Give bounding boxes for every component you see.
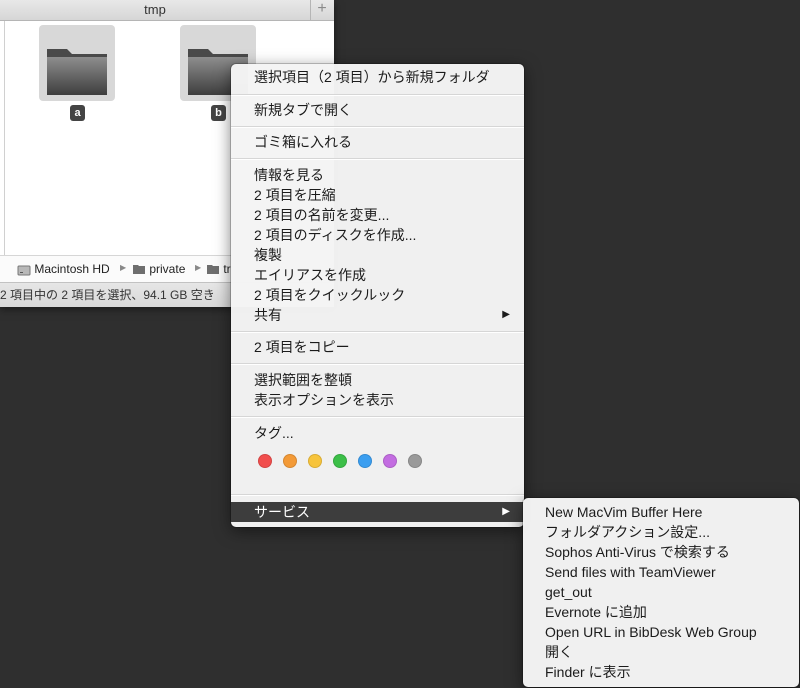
menu-item-get-info[interactable]: 情報を見る [231,165,524,185]
tag-yellow-button[interactable] [308,454,322,468]
menu-item-tags[interactable]: タグ... [231,423,524,443]
file-item-a[interactable]: a [37,25,117,125]
menu-item-open-in-new-tab[interactable]: 新規タブで開く [231,100,524,120]
tag-green-button[interactable] [333,454,347,468]
menu-item-services[interactable]: サービス ▶ [231,502,524,522]
path-label: private [149,262,186,276]
menu-item-new-folder-with-selection[interactable]: 選択項目（2 項目）から新規フォルダ [231,67,524,87]
path-label: tr [223,262,231,276]
menu-separator [231,363,524,365]
hard-drive-icon [17,265,31,276]
folder-icon [133,265,145,275]
service-item-teamviewer-send[interactable]: Send files with TeamViewer [523,562,799,582]
service-item-open[interactable]: 開く [523,642,799,662]
menu-item-move-to-trash[interactable]: ゴミ箱に入れる [231,132,524,152]
path-item-private[interactable]: private [132,262,185,276]
services-submenu: New MacVim Buffer Here フォルダアクション設定... So… [523,498,799,687]
context-menu: 選択項目（2 項目）から新規フォルダ 新規タブで開く ゴミ箱に入れる 情報を見る… [231,64,524,527]
menu-item-make-alias[interactable]: エイリアスを作成 [231,265,524,285]
path-label: Macintosh HD [34,262,110,276]
menu-item-duplicate[interactable]: 複製 [231,245,524,265]
service-item-folder-actions-setup[interactable]: フォルダアクション設定... [523,522,799,542]
tag-blue-button[interactable] [358,454,372,468]
menu-item-compress[interactable]: 2 項目を圧縮 [231,185,524,205]
file-name-a: a [70,105,85,121]
menu-separator [231,158,524,160]
menu-separator [231,416,524,418]
menu-item-clean-up-selection[interactable]: 選択範囲を整頓 [231,370,524,390]
path-item-tmp[interactable]: tr [206,262,231,276]
service-item-sophos-scan[interactable]: Sophos Anti-Virus で検索する [523,542,799,562]
tag-orange-button[interactable] [283,454,297,468]
menu-item-burn-to-disc[interactable]: 2 項目のディスクを作成... [231,225,524,245]
menu-item-label: サービス [254,504,310,520]
folder-icon [47,49,107,95]
menu-item-show-view-options[interactable]: 表示オプションを表示 [231,390,524,410]
service-item-new-macvim-buffer[interactable]: New MacVim Buffer Here [523,502,799,522]
menu-separator [231,126,524,128]
tab-tmp[interactable]: tmp [0,0,311,20]
folder-icon [207,265,219,275]
tag-purple-button[interactable] [383,454,397,468]
add-tab-button[interactable]: + [310,0,334,20]
menu-item-label: 共有 [254,307,282,323]
status-text: 2 項目中の 2 項目を選択、94.1 GB 空き [0,288,215,302]
service-item-show-in-finder[interactable]: Finder に表示 [523,662,799,682]
path-separator-icon: ▶ [120,263,127,272]
file-name-b: b [211,105,226,121]
submenu-arrow-icon: ▶ [502,309,510,320]
tag-red-button[interactable] [258,454,272,468]
menu-item-copy[interactable]: 2 項目をコピー [231,337,524,357]
menu-separator [231,331,524,333]
menu-separator [231,494,524,496]
service-item-evernote-add[interactable]: Evernote に追加 [523,602,799,622]
menu-separator [231,94,524,96]
path-separator-icon: ▶ [195,263,202,272]
service-item-bibdesk-open-url[interactable]: Open URL in BibDesk Web Group [523,622,799,642]
menu-item-rename[interactable]: 2 項目の名前を変更... [231,205,524,225]
submenu-arrow-icon: ▶ [502,506,510,517]
menu-item-quick-look[interactable]: 2 項目をクイックルック [231,285,524,305]
service-item-get-out[interactable]: get_out [523,582,799,602]
tag-gray-button[interactable] [408,454,422,468]
divider [4,21,5,255]
menu-item-share[interactable]: 共有 ▶ [231,305,524,325]
path-item-macintosh-hd[interactable]: Macintosh HD [17,262,110,276]
tab-bar: tmp + [0,0,334,21]
